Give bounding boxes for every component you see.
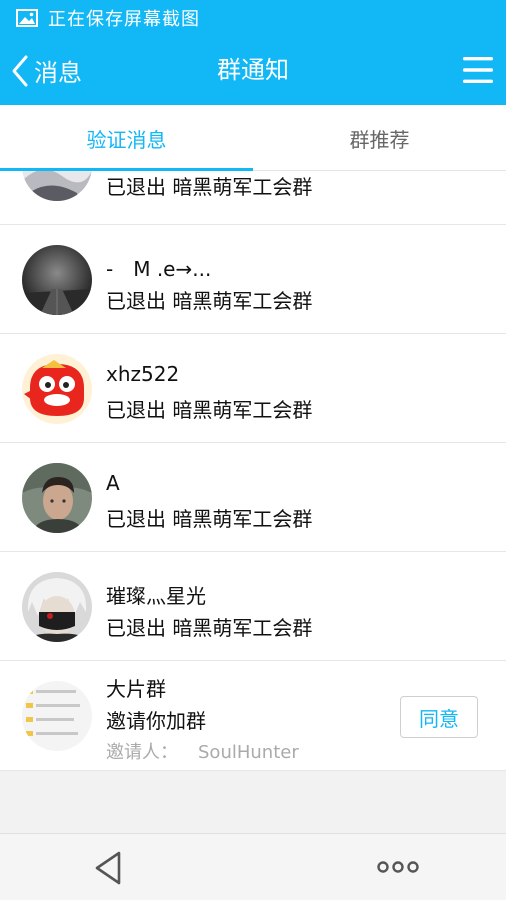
hamburger-menu-icon — [463, 57, 493, 83]
tab-group-recommend[interactable]: 群推荐 — [253, 105, 506, 171]
notification-message: 已退出 暗黑萌军工会群 — [106, 398, 313, 422]
dark-bridge-avatar — [22, 245, 92, 315]
bottom-nav-bar — [0, 833, 506, 900]
triangle-back-icon[interactable] — [92, 850, 126, 886]
notification-message: 已退出 暗黑萌军工会群 — [106, 616, 313, 640]
list-item[interactable]: - M .e→... 已退出 暗黑萌军工会群 — [0, 226, 506, 334]
agree-button[interactable]: 同意 — [400, 696, 478, 738]
red-cartoon-avatar — [22, 354, 92, 424]
image-icon — [16, 9, 38, 27]
photo-avatar-partial — [22, 171, 92, 201]
menu-button[interactable] — [462, 53, 494, 87]
notification-name: xhz522 — [106, 362, 180, 386]
notification-message: 邀请你加群 — [106, 709, 206, 733]
inviter-name: SoulHunter — [198, 742, 299, 763]
tab-bar: 验证消息 群推荐 — [0, 105, 506, 172]
chevron-left-icon — [12, 55, 28, 86]
inviter-line: 邀请人： SoulHunter — [106, 738, 299, 764]
group-avatar — [22, 681, 92, 751]
status-text: 正在保存屏幕截图 — [48, 9, 200, 30]
group-name: 大片群 — [106, 677, 166, 701]
back-label: 消息 — [34, 59, 82, 87]
notification-name: - M .e→... — [106, 257, 212, 281]
list-item[interactable]: 璀璨灬星光 已退出 暗黑萌军工会群 — [0, 553, 506, 661]
anime-character-avatar — [22, 572, 92, 642]
tab-verification[interactable]: 验证消息 — [0, 105, 253, 172]
notification-message: 已退出 暗黑萌军工会群 — [106, 289, 313, 313]
list-item[interactable]: 已退出 暗黑萌军工会群 — [0, 171, 506, 225]
notification-message: 已退出 暗黑萌军工会群 — [106, 175, 313, 199]
man-portrait-avatar — [22, 463, 92, 533]
inviter-label: 邀请人： — [106, 742, 178, 763]
notification-name: A — [106, 471, 120, 495]
notification-list: 已退出 暗黑萌军工会群 - M .e→... 已退出 暗黑萌军工会群 xhz52… — [0, 171, 506, 771]
list-item[interactable]: 大片群 邀请你加群 邀请人： SoulHunter 同意 — [0, 662, 506, 771]
three-dots-icon[interactable] — [376, 858, 420, 876]
notification-name: 璀璨灬星光 — [106, 584, 206, 608]
list-item[interactable]: xhz522 已退出 暗黑萌军工会群 — [0, 335, 506, 443]
notification-message: 已退出 暗黑萌军工会群 — [106, 507, 313, 531]
status-bar: 正在保存屏幕截图 — [0, 0, 506, 36]
back-button[interactable]: 消息 — [10, 36, 82, 105]
list-item[interactable]: A 已退出 暗黑萌军工会群 — [0, 444, 506, 552]
title-bar: 消息 群通知 — [0, 36, 506, 105]
